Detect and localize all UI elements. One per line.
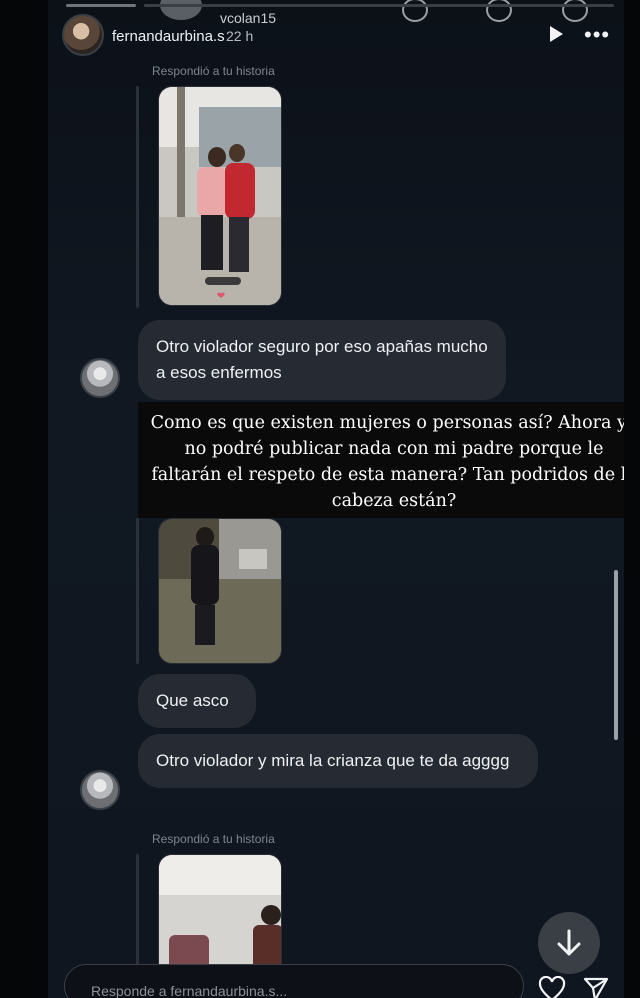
- story-thumbnail[interactable]: [158, 518, 282, 664]
- scrollbar[interactable]: [614, 570, 618, 740]
- play-icon[interactable]: [550, 26, 563, 42]
- profile-avatar[interactable]: [62, 14, 104, 56]
- arrow-down-icon: [557, 929, 581, 956]
- story-image: [159, 519, 281, 663]
- story-caption-overlay: Como es que existen mujeres o personas a…: [138, 402, 624, 518]
- instagram-dm-screen: vcolan15 fernandaurbina.s 22 h ••• Respo…: [48, 0, 624, 998]
- reply-indicator-line: [136, 86, 139, 308]
- right-dark-margin: [624, 0, 640, 998]
- reply-indicator-line: [136, 518, 139, 664]
- story-time: 22 h: [226, 28, 254, 44]
- left-dark-margin: [0, 0, 48, 998]
- story-progress-bar: [66, 4, 136, 7]
- message-bubble: Que asco: [138, 674, 256, 728]
- heart-icon[interactable]: [538, 976, 566, 998]
- sender-avatar[interactable]: [80, 358, 120, 398]
- reply-label: Respondió a tu historia: [152, 64, 275, 78]
- more-icon[interactable]: •••: [584, 22, 610, 48]
- sender-avatar[interactable]: [80, 770, 120, 810]
- reply-input[interactable]: Responde a fernandaurbina.s...: [64, 964, 524, 998]
- story-header: fernandaurbina.s 22 h •••: [48, 10, 624, 66]
- story-image: ❤: [159, 87, 281, 305]
- scroll-down-button[interactable]: [538, 912, 600, 974]
- story-progress-bar: [144, 4, 614, 7]
- profile-username[interactable]: fernandaurbina.s: [112, 28, 225, 45]
- message-bubble: Otro violador seguro por eso apañas much…: [138, 320, 506, 400]
- svg-text:❤: ❤: [217, 291, 225, 302]
- reply-label: Respondió a tu historia: [152, 832, 275, 846]
- story-thumbnail[interactable]: ❤: [158, 86, 282, 306]
- send-icon[interactable]: [582, 976, 610, 998]
- message-bubble: Otro violador y mira la crianza que te d…: [138, 734, 538, 788]
